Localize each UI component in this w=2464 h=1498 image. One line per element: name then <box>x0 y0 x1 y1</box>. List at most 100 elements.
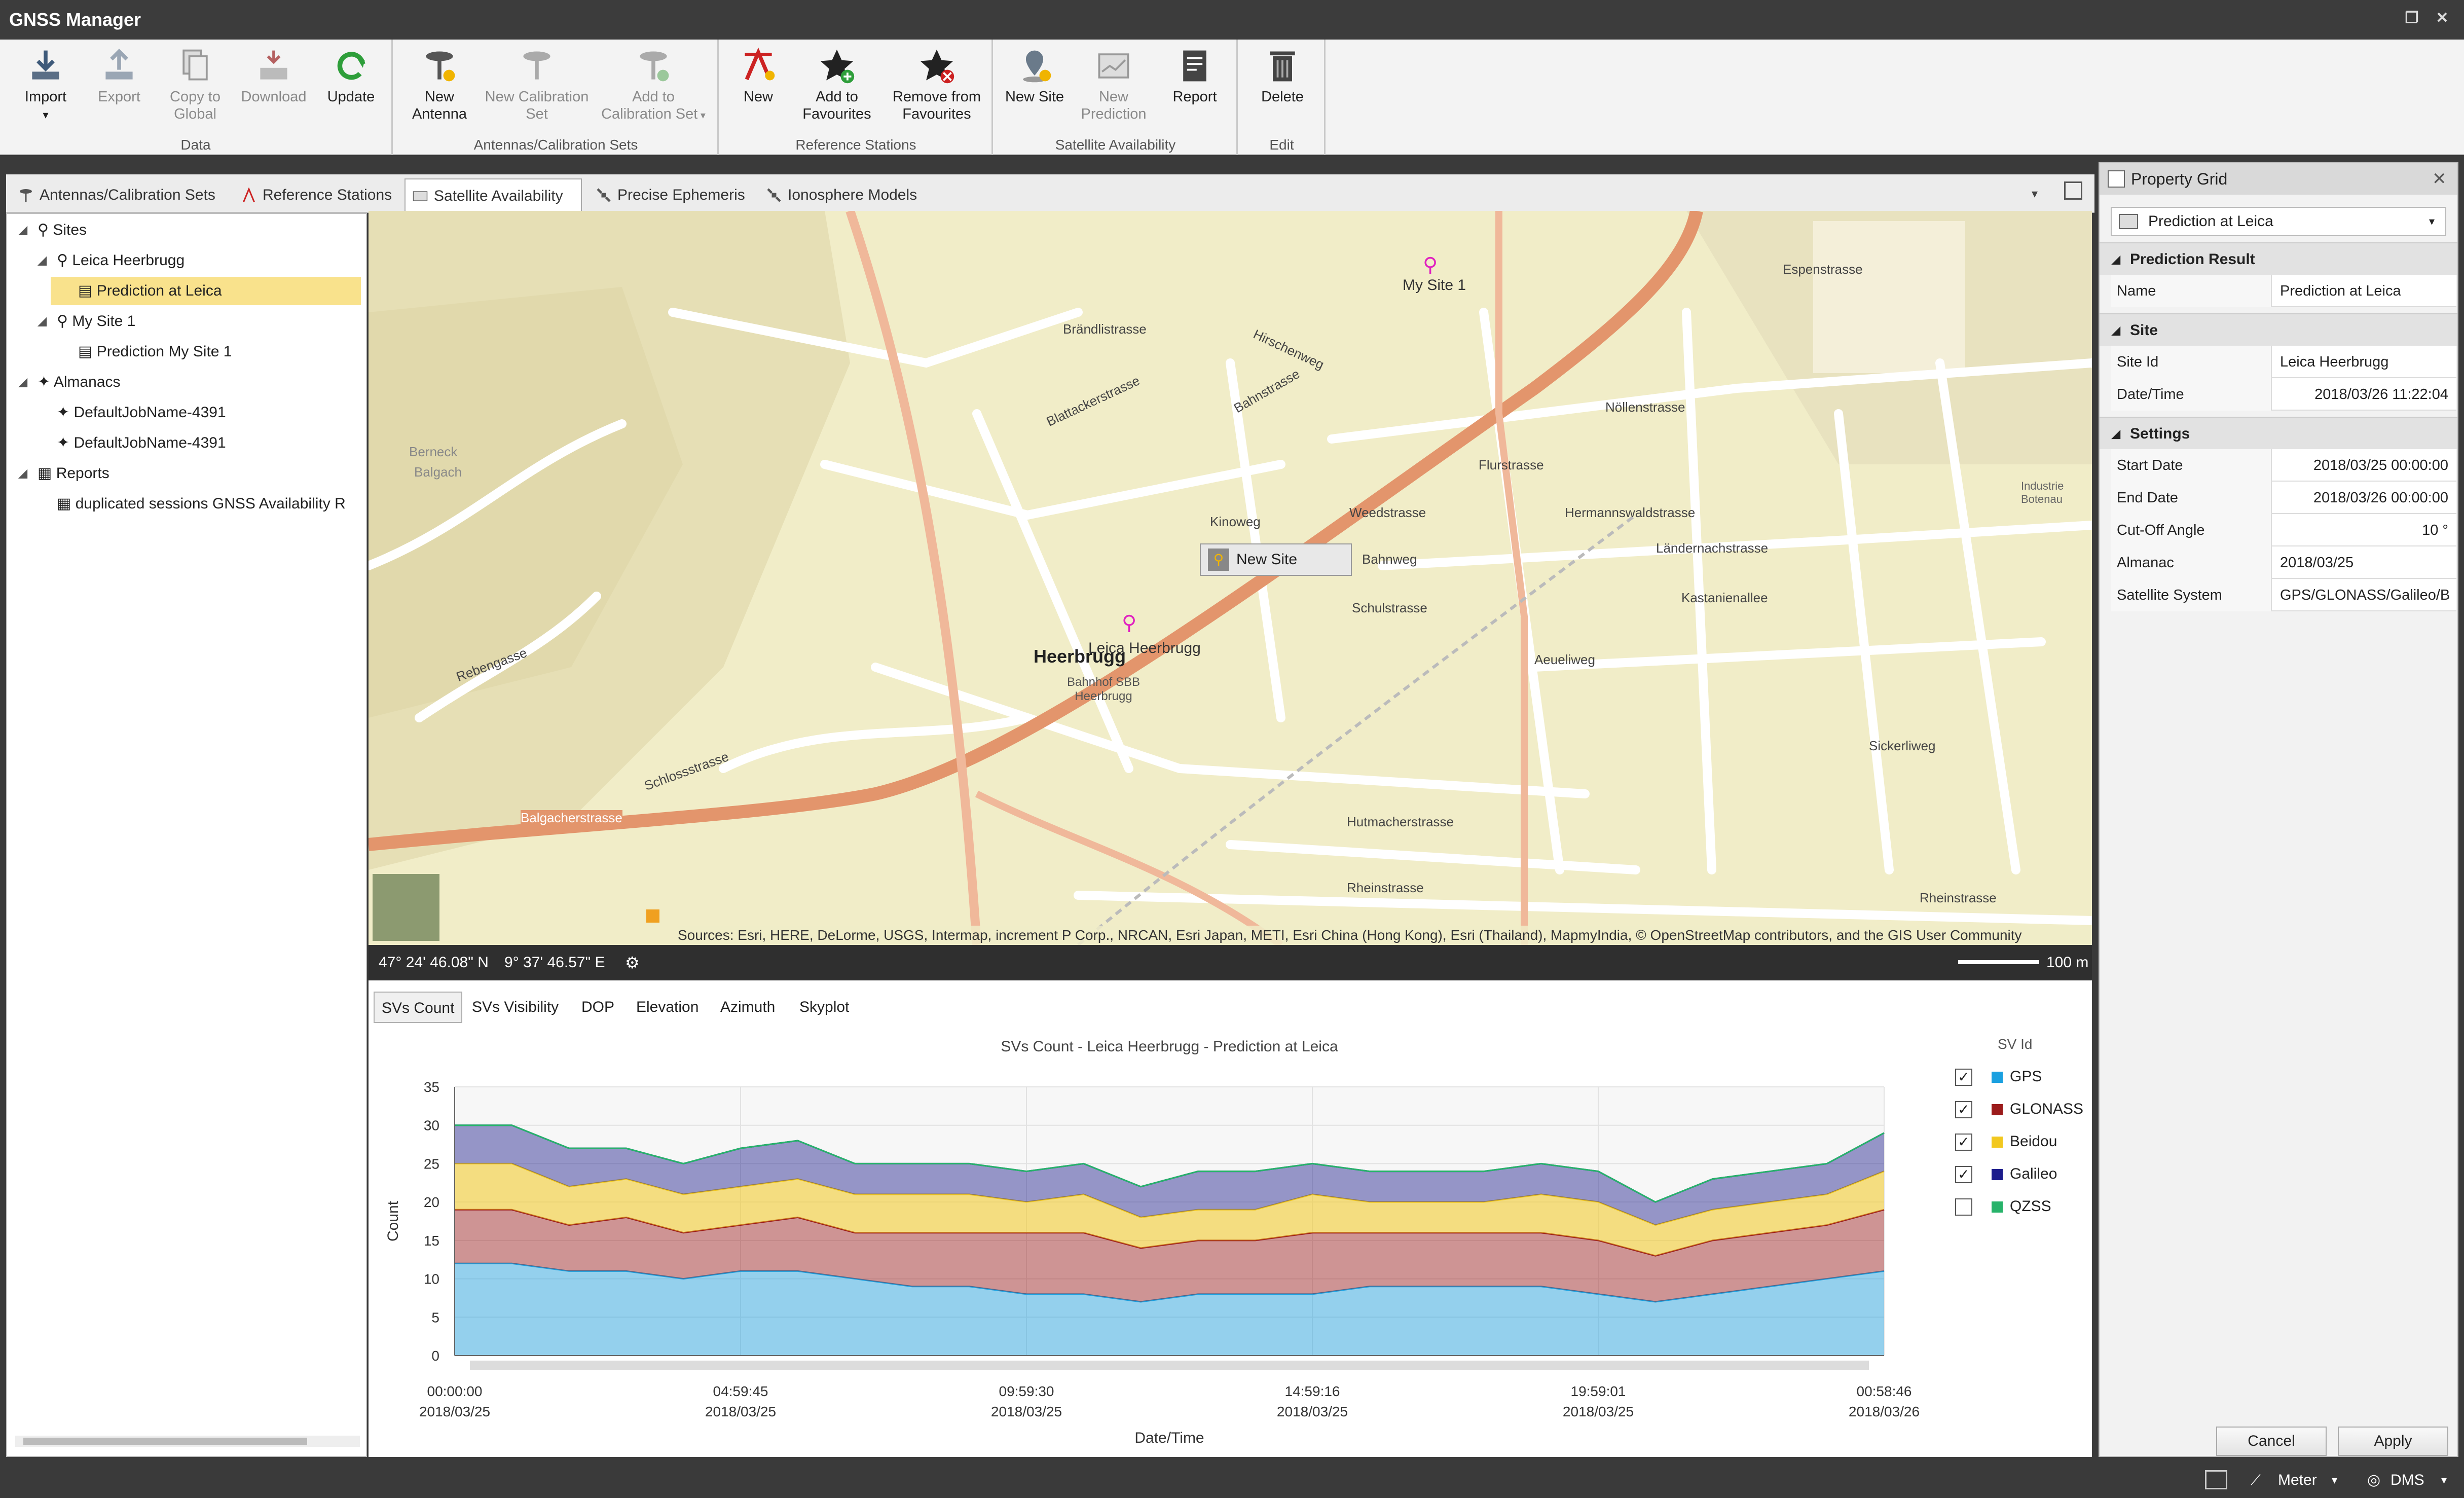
collapse-icon[interactable]: ◢ <box>15 459 30 488</box>
add-to-favourites-button[interactable]: Add to Favourites <box>796 47 877 128</box>
property-row-almanac[interactable]: Almanac 2018/03/25 <box>2111 546 2456 579</box>
legend-checkbox[interactable]: ✓ <box>1955 1101 1972 1118</box>
download-button[interactable]: Download <box>238 47 309 128</box>
property-key: End Date <box>2111 482 2272 514</box>
property-row-datetime[interactable]: Date/Time 2018/03/26 11:22:04 <box>2111 378 2456 411</box>
section-title: Settings <box>2130 425 2190 442</box>
new-site-button[interactable]: New Site <box>1002 47 1068 128</box>
y-tick-label: 5 <box>431 1309 439 1325</box>
update-button[interactable]: Update <box>317 47 385 128</box>
tree-node-prediction-at-leica[interactable]: ▤ Prediction at Leica <box>51 277 361 305</box>
scrollbar-thumb[interactable] <box>23 1438 307 1445</box>
apply-button[interactable]: Apply <box>2338 1427 2448 1456</box>
property-value[interactable]: 2018/03/25 00:00:00 <box>2274 449 2455 482</box>
remove-from-favourites-button[interactable]: Remove from Favourites <box>884 47 990 128</box>
close-panel-icon[interactable]: ✕ <box>2432 163 2447 195</box>
property-value[interactable]: 10 ° <box>2274 514 2455 546</box>
maximize-pane-icon[interactable] <box>2064 181 2082 200</box>
delete-button[interactable]: Delete <box>1249 47 1315 128</box>
tab-precise-ephemeris[interactable]: Precise Ephemeris <box>589 178 756 212</box>
collapse-icon[interactable]: ◢ <box>34 307 50 336</box>
collapse-icon[interactable]: ◢ <box>15 216 30 244</box>
collapse-icon[interactable]: ◢ <box>2112 418 2120 450</box>
property-row-start-date[interactable]: Start Date 2018/03/25 00:00:00 <box>2111 449 2456 482</box>
property-row-name[interactable]: Name Prediction at Leica <box>2111 275 2456 307</box>
x-tick-time: 19:59:01 <box>1571 1383 1626 1399</box>
tab-reference-stations[interactable]: Reference Stations <box>234 178 401 212</box>
tab-antennas-calibration-sets[interactable]: Antennas/Calibration Sets <box>11 178 229 212</box>
new-reference-station-button[interactable]: New <box>730 47 786 128</box>
tree-node-reports[interactable]: ◢ ▦ Reports <box>15 459 109 488</box>
y-axis-label: Count <box>385 1200 401 1241</box>
copy-to-global-button[interactable]: Copy to Global <box>157 47 233 128</box>
tree-horizontal-scrollbar[interactable] <box>15 1436 360 1447</box>
new-antenna-button[interactable]: New Antenna <box>401 47 477 128</box>
tree-node-almanacs[interactable]: ◢ ✦ Almanacs <box>15 368 121 396</box>
property-value[interactable]: 2018/03/25 <box>2274 546 2455 579</box>
new-calibration-set-button[interactable]: New Calibration Set <box>484 47 590 128</box>
cancel-button[interactable]: Cancel <box>2216 1427 2327 1456</box>
legend-title: SV Id <box>1998 1036 2033 1052</box>
property-value[interactable]: Leica Heerbrugg <box>2274 346 2455 378</box>
unit-selector[interactable]: Meter <box>2278 1462 2317 1498</box>
export-button[interactable]: Export <box>86 47 152 128</box>
format-selector[interactable]: DMS <box>2391 1462 2424 1498</box>
collapse-icon[interactable]: ◢ <box>15 368 30 396</box>
property-row-satellite-system[interactable]: Satellite System GPS/GLONASS/Galileo/B <box>2111 579 2456 611</box>
tree-node-my-site-1[interactable]: ◢ ⚲ My Site 1 <box>34 307 136 336</box>
section-settings[interactable]: ◢ Settings <box>2100 417 2457 449</box>
property-value[interactable]: 2018/03/26 11:22:04 <box>2274 378 2455 411</box>
tab-ionosphere-models[interactable]: Ionosphere Models <box>759 178 927 212</box>
copy-icon <box>182 49 208 81</box>
legend-checkbox[interactable]: ✓ <box>1955 1134 1972 1151</box>
ribbon-group-label: Satellite Availability <box>1055 137 1176 153</box>
legend-checkbox[interactable] <box>1955 1198 1972 1216</box>
map-label-street: Rheinstrasse <box>1920 890 1997 905</box>
new-calibration-set-label: New Calibration Set <box>485 89 589 122</box>
new-prediction-button[interactable]: New Prediction <box>1076 47 1152 128</box>
section-site[interactable]: ◢ Site <box>2100 313 2457 346</box>
collapse-icon[interactable]: ◢ <box>34 246 50 275</box>
object-selector[interactable]: Prediction at Leica ▾ <box>2111 207 2446 236</box>
satellite-icon: ✦ <box>57 434 70 451</box>
property-row-cutoff-angle[interactable]: Cut-Off Angle 10 ° <box>2111 514 2456 546</box>
map-pin-leica-icon[interactable]: ⚲ <box>1122 611 1136 635</box>
chevron-down-icon[interactable]: ▾ <box>2332 1462 2337 1498</box>
network-icon[interactable]: ⚙ <box>625 945 640 980</box>
grid-view-icon[interactable] <box>2205 1470 2227 1489</box>
tree-node-almanac-2[interactable]: ✦ DefaultJobName-4391 <box>34 429 226 457</box>
property-row-site-id[interactable]: Site Id Leica Heerbrugg <box>2111 346 2456 378</box>
legend-checkbox[interactable]: ✓ <box>1955 1069 1972 1086</box>
property-value[interactable]: Prediction at Leica <box>2274 275 2455 307</box>
property-row-end-date[interactable]: End Date 2018/03/26 00:00:00 <box>2111 482 2456 514</box>
tree-label: DefaultJobName-4391 <box>73 434 226 451</box>
tree-node-report-1[interactable]: ▦ duplicated sessions GNSS Availability … <box>34 490 364 518</box>
chart-title: SVs Count - Leica Heerbrugg - Prediction… <box>1001 1038 1338 1055</box>
map-pin-my-site-icon[interactable]: ⚲ <box>1423 253 1438 277</box>
report-button[interactable]: Report <box>1162 47 1228 128</box>
tree-node-sites[interactable]: ◢ ⚲ Sites <box>15 216 87 244</box>
chevron-down-icon[interactable]: ▾ <box>2429 208 2435 235</box>
map-label-industrie: Industrie Botenau <box>2021 480 2064 505</box>
tree-node-leica-heerbrugg[interactable]: ◢ ⚲ Leica Heerbrugg <box>34 246 185 275</box>
tab-overflow-icon[interactable]: ▾ <box>2032 187 2038 201</box>
chevron-down-icon[interactable]: ▾ <box>2441 1462 2447 1498</box>
legend-checkbox[interactable]: ✓ <box>1955 1166 1972 1183</box>
map-view[interactable]: Heerbrugg Leica Heerbrugg ⚲ My Site 1 ⚲ … <box>369 211 2092 945</box>
ribbon-group-satellite-availability: New Site New Prediction Report Satellite… <box>995 40 1238 155</box>
collapse-icon[interactable]: ◢ <box>2112 243 2120 276</box>
close-window-icon[interactable]: ✕ <box>2433 9 2451 27</box>
property-value[interactable]: GPS/GLONASS/Galileo/B <box>2274 579 2455 611</box>
collapse-icon[interactable]: ◢ <box>2112 314 2120 347</box>
tree-node-almanac-1[interactable]: ✦ DefaultJobName-4391 <box>34 398 226 427</box>
import-button[interactable]: Import ▾ <box>10 47 81 128</box>
export-label: Export <box>98 89 140 105</box>
add-to-calibration-set-button[interactable]: Add to Calibration Set ▾ <box>595 47 712 128</box>
property-value[interactable]: 2018/03/26 00:00:00 <box>2274 482 2455 514</box>
map-popup-new-site[interactable]: ⚲ New Site <box>1200 543 1352 576</box>
section-prediction-result[interactable]: ◢ Prediction Result <box>2100 242 2457 275</box>
restore-icon[interactable]: ❐ <box>2403 9 2421 27</box>
property-key: Site Id <box>2111 346 2272 378</box>
tab-satellite-availability[interactable]: Satellite Availability <box>404 178 582 212</box>
tree-node-prediction-my-site-1[interactable]: ▤ Prediction My Site 1 <box>51 338 232 366</box>
